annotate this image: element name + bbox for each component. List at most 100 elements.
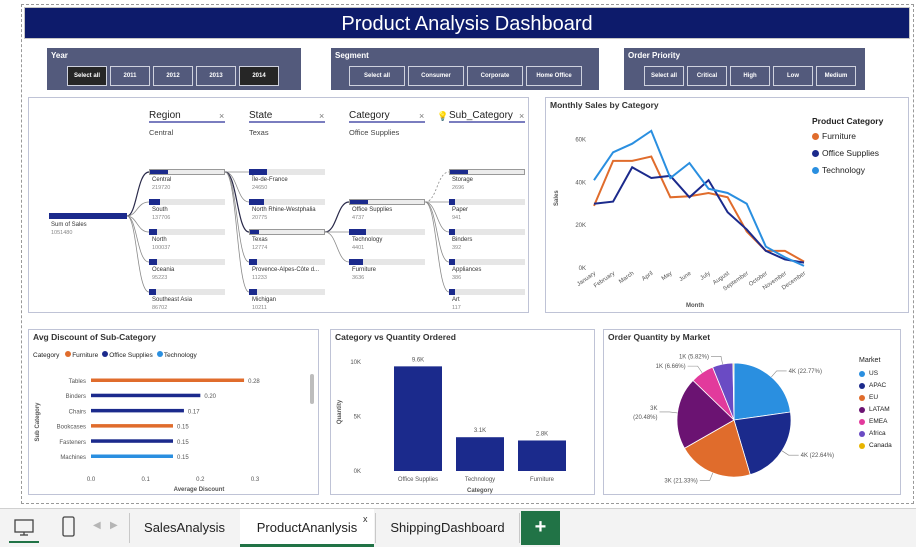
scroll-right-icon[interactable]: ▶ (110, 520, 118, 531)
hbar-bar[interactable] (91, 439, 173, 443)
market-legend-item[interactable]: US (859, 370, 892, 377)
vbar-bar[interactable] (518, 440, 566, 471)
region-node-bar[interactable] (149, 169, 225, 175)
region-clear-icon[interactable]: × (219, 111, 224, 121)
market-legend-item[interactable]: Africa (859, 430, 892, 437)
line-x-tick: March (618, 271, 635, 285)
category-node-bar[interactable] (349, 229, 425, 235)
priority-critical-button[interactable]: Critical (687, 66, 727, 86)
year-2011-button[interactable]: 2011 (110, 66, 150, 86)
subcategory-node-bar[interactable] (449, 259, 525, 265)
scroll-left-icon[interactable]: ◀ (93, 520, 101, 531)
monthly-legend-label: Technology (822, 165, 866, 175)
page-tab-bar: ◀ ▶ SalesAnalysis ProductAnanlysis x Shi… (0, 508, 916, 547)
vbar-y-tick: 0K (354, 469, 361, 475)
state-node-bar[interactable] (249, 229, 325, 235)
year-2014-button[interactable]: 2014 (239, 66, 279, 86)
avg-discount-chart: Tables 0.28 Binders 0.20 Chairs 0.17 Bookcases… (35, 378, 260, 493)
state-clear-icon[interactable]: × (319, 111, 324, 121)
region-node-value: 219720 (152, 185, 171, 191)
subcategory-node-bar[interactable] (449, 289, 525, 295)
segment-corporate-button[interactable]: Corporate (467, 66, 523, 86)
hbar-bar[interactable] (91, 393, 201, 398)
segment-home-office-button[interactable]: Home Office (526, 66, 582, 86)
year-select-all-button[interactable]: Select all (67, 66, 107, 86)
line-x-tick: June (678, 270, 693, 283)
category-node-bar[interactable] (349, 199, 425, 205)
market-legend-item[interactable]: Canada (859, 442, 892, 449)
category-header: Category (349, 110, 425, 123)
mobile-view-button[interactable] (54, 513, 82, 543)
legend-dot-icon (859, 442, 865, 449)
region-node-bar[interactable] (149, 289, 225, 295)
hbar-bar[interactable] (91, 408, 184, 413)
pie-data-label: 1K (5.82%) (679, 354, 709, 360)
legend-dot-icon (859, 382, 865, 389)
region-node-bar[interactable] (149, 199, 225, 205)
vbar-data-label: 9.6K (412, 357, 424, 363)
subcategory-node-bar[interactable] (449, 169, 525, 175)
subcategory-node-value: 117 (452, 305, 461, 311)
region-node-label: Oceania (152, 267, 175, 273)
add-page-button[interactable]: + (521, 511, 560, 545)
line-series[interactable] (593, 155, 805, 263)
market-legend-item[interactable]: EMEA (859, 418, 892, 425)
avg-discount-scrollbar[interactable] (310, 374, 314, 404)
priority-select-all-button[interactable]: Select all (644, 66, 684, 86)
year-slicer: Year Select all 2011 2012 2013 2014 (47, 48, 301, 90)
year-slicer-label: Year (51, 51, 68, 60)
year-2012-button[interactable]: 2012 (153, 66, 193, 86)
decomposition-connectors (126, 171, 450, 293)
line-y-tick: 60K (575, 137, 586, 143)
pie-leader-line (659, 411, 678, 414)
segment-consumer-button[interactable]: Consumer (408, 66, 464, 86)
category-clear-icon[interactable]: × (419, 111, 424, 121)
line-x-tick: May (661, 271, 674, 282)
tab-shipping-dashboard[interactable]: ShippingDashboard (376, 509, 519, 547)
line-series[interactable] (593, 165, 805, 264)
state-node-bar[interactable] (249, 289, 325, 295)
hbar-bar[interactable] (91, 454, 173, 459)
sub-category-clear-icon[interactable]: × (519, 111, 524, 121)
vbar-x-axis-label: Category (467, 488, 494, 494)
lightbulb-icon[interactable]: 💡 (437, 111, 448, 122)
line-series[interactable] (593, 129, 805, 267)
tab-sales-analysis[interactable]: SalesAnalysis (130, 509, 239, 547)
monthly-legend-item[interactable]: Furniture (812, 131, 879, 141)
tab-product-analysis[interactable]: ProductAnanlysis (240, 509, 374, 547)
vbar-bar[interactable] (456, 437, 504, 471)
subcategory-node-label: Appliances (452, 267, 482, 273)
hbar-data-label: 0.15 (177, 455, 189, 461)
legend-dot-icon (859, 394, 865, 401)
state-node-bar[interactable] (249, 169, 325, 175)
legend-dot-icon (812, 149, 819, 157)
pie-slice[interactable] (733, 362, 791, 421)
priority-high-button[interactable]: High (730, 66, 770, 86)
state-node-bar[interactable] (249, 199, 325, 205)
market-legend-item[interactable]: APAC (859, 382, 892, 389)
tab-close-icon[interactable]: x (363, 514, 368, 524)
state-node-label: Île-de-France (252, 177, 288, 183)
state-node-bar[interactable] (249, 259, 325, 265)
category-node-bar[interactable] (349, 259, 425, 265)
desktop-view-button[interactable] (9, 513, 39, 543)
market-legend-item[interactable]: LATAM (859, 406, 892, 413)
region-node-bar[interactable] (149, 259, 225, 265)
segment-select-all-button[interactable]: Select all (349, 66, 405, 86)
hbar-bar[interactable] (91, 378, 245, 383)
priority-low-button[interactable]: Low (773, 66, 813, 86)
subcategory-node-bar[interactable] (449, 229, 525, 235)
root-node-bar[interactable] (49, 213, 127, 219)
market-legend-item[interactable]: EU (859, 394, 892, 401)
region-node-bar[interactable] (149, 229, 225, 235)
market-legend-label: Canada (869, 442, 892, 449)
hbar-category-label: Binders (66, 394, 86, 400)
subcategory-node-bar[interactable] (449, 199, 525, 205)
year-2013-button[interactable]: 2013 (196, 66, 236, 86)
hbar-bar[interactable] (91, 424, 173, 428)
monthly-legend-item[interactable]: Office Supplies (812, 148, 879, 158)
hbar-x-tick: 0.0 (87, 477, 96, 483)
vbar-bar[interactable] (394, 366, 442, 471)
priority-medium-button[interactable]: Medium (816, 66, 856, 86)
monthly-legend-item[interactable]: Technology (812, 165, 879, 175)
